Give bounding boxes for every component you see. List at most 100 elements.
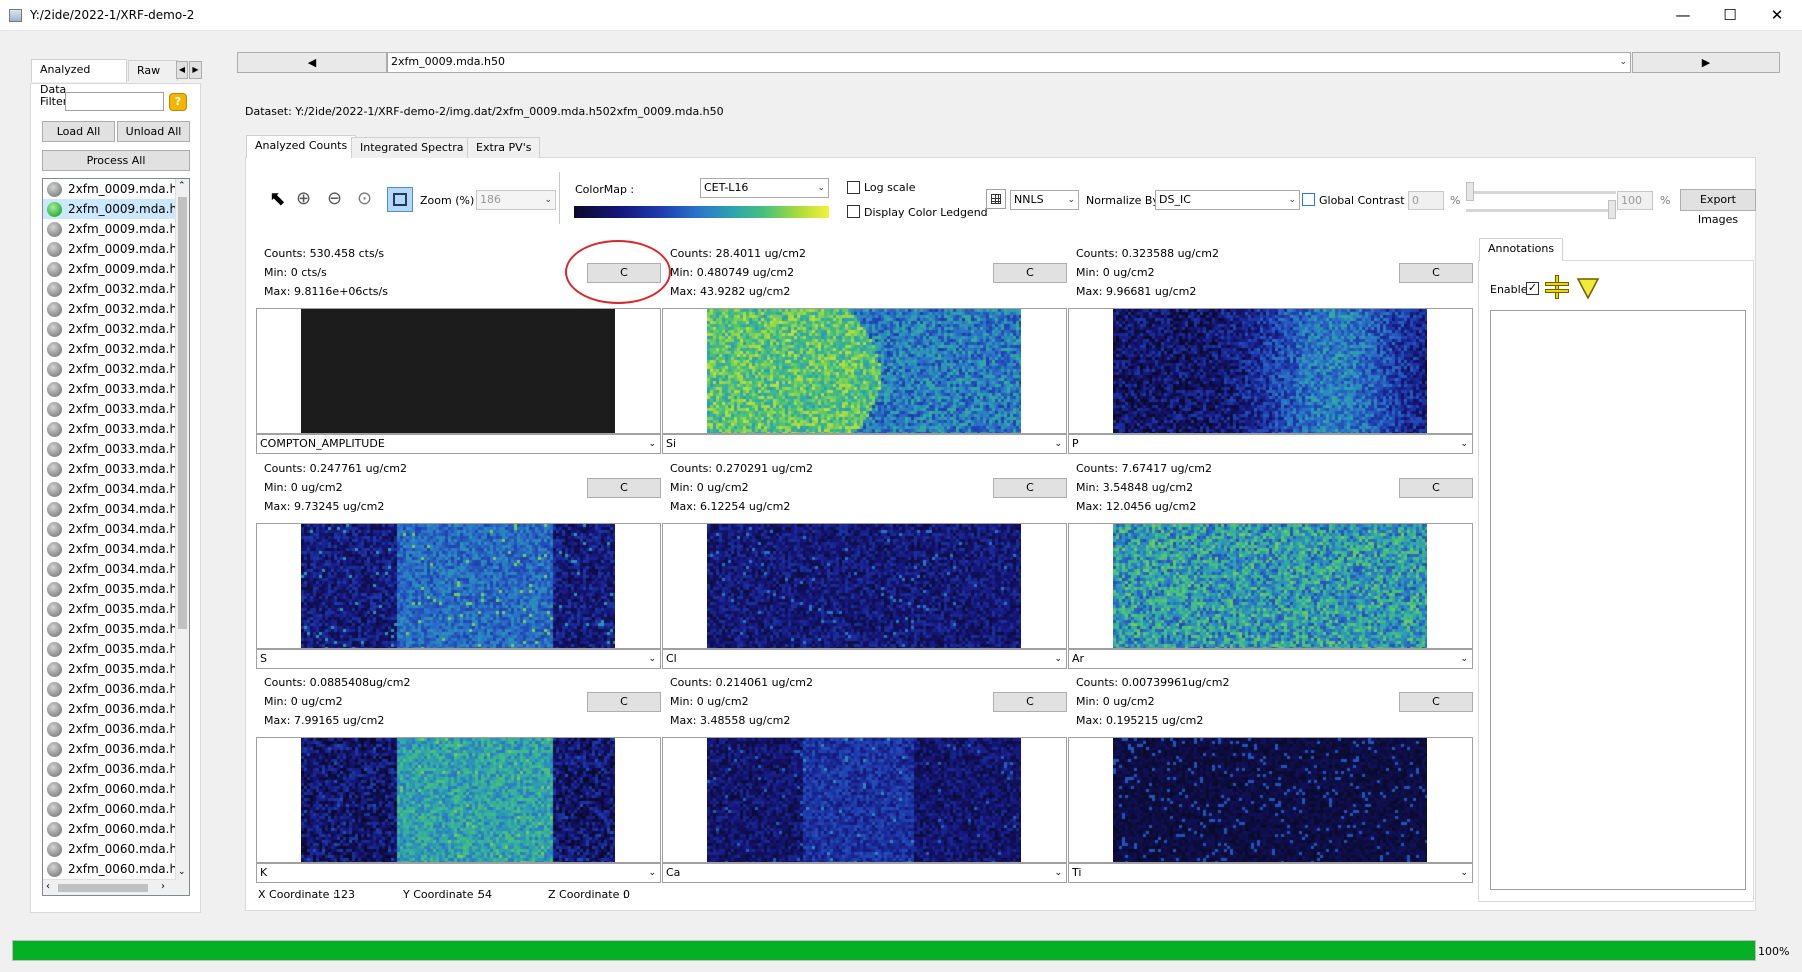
ruler-tool-icon[interactable] [1545,275,1569,299]
file-list-hscrollbar[interactable]: ‹ › [43,879,176,895]
heatmap-canvas[interactable] [301,309,615,433]
list-item[interactable]: 2xfm_0033.mda.h5 [43,379,189,399]
table-view-icon[interactable] [986,189,1006,209]
min-contrast-input[interactable]: 0 [1408,191,1444,210]
close-button[interactable]: ✕ [1754,0,1800,31]
list-item[interactable]: 2xfm_0035.mda.h53 [43,659,189,679]
file-list-vscrollbar[interactable]: ⌃ ⌄ [175,179,189,895]
tab-analyzed-data[interactable]: Analyzed Data [31,59,127,96]
list-item[interactable]: 2xfm_0036.mda.h50 [43,699,189,719]
element-map-image[interactable] [256,523,661,649]
element-map-image[interactable] [1068,308,1473,434]
next-file-button[interactable]: ▶ [1632,52,1780,73]
maximize-button[interactable]: ☐ [1707,0,1753,31]
element-map-image[interactable] [662,737,1067,863]
contrast-button[interactable]: C [993,692,1067,712]
min-contrast-slider[interactable] [1466,182,1616,202]
element-selector[interactable]: P ⌄ [1068,434,1473,454]
file-selector[interactable]: 2xfm_0009.mda.h50 ⌄ [387,52,1631,73]
list-item[interactable]: 2xfm_0035.mda.h50 [43,599,189,619]
list-item[interactable]: 2xfm_0036.mda.h52 [43,739,189,759]
element-map-image[interactable] [662,308,1067,434]
list-item[interactable]: 2xfm_0032.mda.h53 [43,359,189,379]
roi-triangle-icon[interactable] [1576,276,1600,303]
list-item[interactable]: 2xfm_0036.mda.h51 [43,719,189,739]
hscroll-thumb[interactable] [58,884,148,892]
export-images-button[interactable]: Export Images [1680,189,1756,226]
list-item[interactable]: 2xfm_0009.mda.h5 [43,179,189,199]
scroll-down-icon[interactable]: ⌄ [178,867,186,877]
tab-raw-data[interactable]: Raw Da [128,60,178,81]
zoom-reset-icon[interactable]: ⊙ [357,188,372,209]
file-list[interactable]: 2xfm_0009.mda.h5 2xfm_0009.mda.h50 2xfm_00… [42,178,190,896]
list-item[interactable]: 2xfm_0060.mda.h50 [43,799,189,819]
tab-scroll-left-button[interactable]: ◀ [176,61,188,79]
heatmap-canvas[interactable] [301,738,615,862]
element-selector[interactable]: COMPTON_AMPLITUDE ⌄ [256,434,661,454]
list-item[interactable]: 2xfm_0033.mda.h51 [43,419,189,439]
contrast-button[interactable]: C [1399,478,1473,498]
contrast-button[interactable]: C [1399,692,1473,712]
list-item[interactable]: 2xfm_0035.mda.h52 [43,639,189,659]
contrast-button[interactable]: C [993,263,1067,283]
scroll-thumb[interactable] [178,197,187,629]
list-item[interactable]: 2xfm_0032.mda.h50 [43,299,189,319]
tab-integrated-spectra[interactable]: Integrated Spectra [351,137,473,158]
list-item[interactable]: 2xfm_0033.mda.h50 [43,399,189,419]
fit-type-combo[interactable]: NNLS ⌄ [1010,190,1079,210]
normalize-combo[interactable]: DS_IC ⌄ [1155,190,1300,210]
scroll-left-icon[interactable]: ‹ [46,881,50,892]
fit-to-window-button[interactable] [387,187,413,212]
display-legend-checkbox[interactable] [847,205,860,221]
list-item[interactable]: 2xfm_0060.mda.h53 [43,859,189,879]
filter-input[interactable] [65,92,164,111]
list-item[interactable]: 2xfm_0009.mda.h51 [43,219,189,239]
list-item[interactable]: 2xfm_0034.mda.h50 [43,499,189,519]
contrast-button[interactable]: C [587,478,661,498]
help-icon[interactable]: ? [169,93,187,111]
element-selector[interactable]: S ⌄ [256,649,661,669]
pointer-tool-icon[interactable]: ⬉ [269,188,286,208]
tab-analyzed-counts[interactable]: Analyzed Counts [246,135,357,158]
list-item[interactable]: 2xfm_0033.mda.h52 [43,439,189,459]
heatmap-canvas[interactable] [1113,309,1427,433]
scroll-up-icon[interactable]: ⌃ [178,181,186,191]
element-map-image[interactable] [256,308,661,434]
zoom-out-icon[interactable]: ⊖ [327,188,342,209]
enable-annotations-checkbox[interactable]: ✓ [1526,281,1539,295]
heatmap-canvas[interactable] [301,524,615,648]
list-item[interactable]: 2xfm_0060.mda.h52 [43,839,189,859]
list-item[interactable]: 2xfm_0009.mda.h53 [43,259,189,279]
element-selector[interactable]: Cl ⌄ [662,649,1067,669]
list-item[interactable]: 2xfm_0009.mda.h52 [43,239,189,259]
list-item[interactable]: 2xfm_0033.mda.h53 [43,459,189,479]
log-scale-checkbox[interactable] [847,181,860,197]
list-item[interactable]: 2xfm_0036.mda.h5 [43,679,189,699]
element-map-image[interactable] [256,737,661,863]
colormap-combo[interactable]: CET-L16 ⌄ [700,178,829,198]
contrast-button[interactable]: C [1399,263,1473,283]
contrast-button[interactable]: C [587,692,661,712]
contrast-button[interactable]: C [993,478,1067,498]
heatmap-canvas[interactable] [707,738,1021,862]
annotations-list[interactable] [1490,310,1746,890]
element-map-image[interactable] [662,523,1067,649]
list-item[interactable]: 2xfm_0032.mda.h51 [43,319,189,339]
element-selector[interactable]: Ca ⌄ [662,863,1067,883]
list-item[interactable]: 2xfm_0035.mda.h5 [43,579,189,599]
list-item[interactable]: 2xfm_0034.mda.h53 [43,559,189,579]
element-selector[interactable]: Ar ⌄ [1068,649,1473,669]
list-item[interactable]: 2xfm_0032.mda.h52 [43,339,189,359]
tab-extra-pvs[interactable]: Extra PV's [467,137,541,158]
global-contrast-checkbox[interactable] [1302,193,1315,209]
max-contrast-input[interactable]: 100 [1617,191,1653,210]
list-item[interactable]: 2xfm_0060.mda.h5 [43,779,189,799]
prev-file-button[interactable]: ◀ [237,52,387,73]
load-all-button[interactable]: Load All [42,121,115,142]
unload-all-button[interactable]: Unload All [117,121,190,142]
element-selector[interactable]: K ⌄ [256,863,661,883]
tab-scroll-right-button[interactable]: ▶ [189,61,202,79]
list-item[interactable]: 2xfm_0034.mda.h51 [43,519,189,539]
element-selector[interactable]: Si ⌄ [662,434,1067,454]
heatmap-canvas[interactable] [707,524,1021,648]
